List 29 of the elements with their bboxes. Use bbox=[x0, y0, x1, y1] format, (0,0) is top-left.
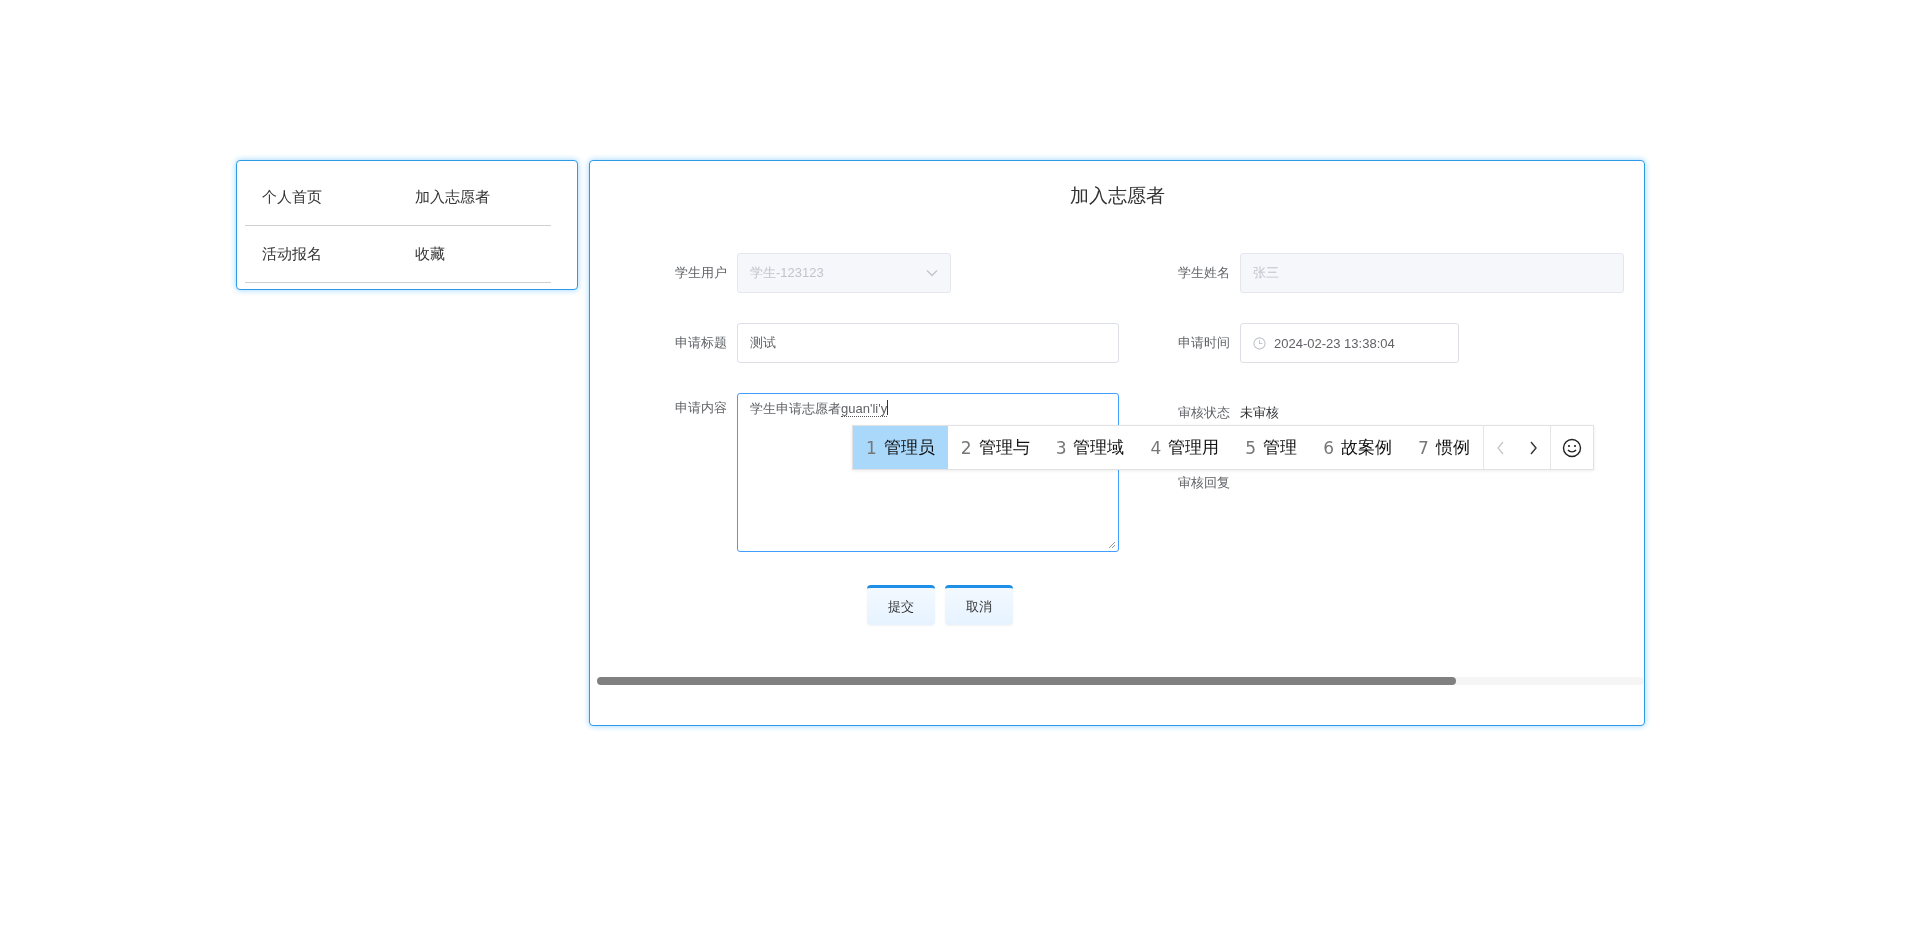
status-text: 未审核 bbox=[1240, 404, 1279, 422]
field-label: 学生姓名 bbox=[1177, 264, 1230, 282]
horizontal-scrollbar[interactable] bbox=[597, 677, 1644, 685]
field-label: 申请内容 bbox=[674, 399, 727, 417]
ime-candidate[interactable]: 5 管理 bbox=[1232, 426, 1311, 469]
nav-link[interactable]: 加入志愿者 bbox=[415, 187, 490, 207]
field-label: 申请时间 bbox=[1177, 334, 1230, 352]
nav-link[interactable]: 活动报名 bbox=[262, 244, 322, 264]
ime-candidate[interactable]: 7 惯例 bbox=[1404, 426, 1483, 469]
nav-link[interactable]: 收藏 bbox=[415, 244, 445, 264]
clock-icon bbox=[1253, 336, 1266, 350]
field-label: 审核状态 bbox=[1177, 404, 1230, 422]
chevron-down-icon bbox=[926, 269, 938, 277]
form-button[interactable]: 提交 bbox=[867, 585, 935, 625]
smiley-icon[interactable] bbox=[1561, 437, 1582, 458]
chevron-right-icon[interactable] bbox=[1528, 440, 1538, 455]
field-label: 审核回复 bbox=[1177, 474, 1230, 492]
ime-candidate[interactable]: 1 管理员 bbox=[853, 426, 948, 469]
form-button[interactable]: 取消 bbox=[945, 585, 1013, 625]
field-label: 学生用户 bbox=[674, 264, 727, 282]
ime-candidate[interactable]: 6 故案例 bbox=[1310, 426, 1405, 469]
text-field[interactable]: 测试 bbox=[737, 323, 1119, 363]
form-title: 加入志愿者 bbox=[1069, 184, 1165, 208]
nav-link[interactable]: 个人首页 bbox=[262, 187, 322, 207]
resize-grip-icon[interactable] bbox=[1108, 541, 1116, 549]
datetime-field[interactable]: 2024-02-23 13:38:04 bbox=[1240, 323, 1459, 363]
ime-candidate[interactable]: 4 管理用 bbox=[1137, 426, 1233, 469]
field-label: 申请标题 bbox=[674, 334, 727, 352]
ime-candidate[interactable]: 2 管理与 bbox=[947, 426, 1043, 469]
